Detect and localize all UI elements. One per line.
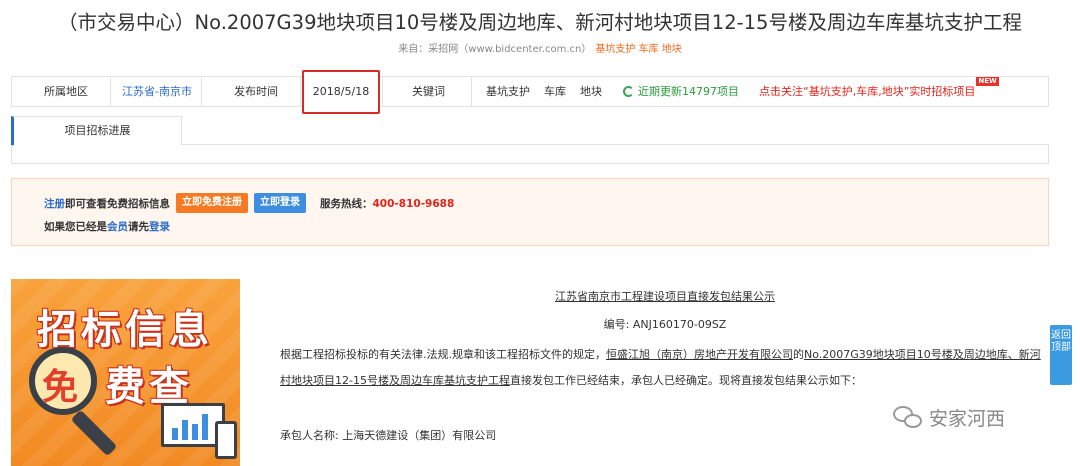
ad-lens-text: 免 — [42, 366, 79, 408]
page-title: （市交易中心）No.2007G39地块项目10号楼及周边地库、新河村地块项目12… — [58, 11, 1022, 34]
follow-text: 点击关注“基坑支护,车库,地块”实时招标项目 — [759, 85, 976, 98]
tab-panel — [11, 145, 1049, 164]
refresh-icon — [623, 86, 634, 97]
hotline-number: 400-810-9688 — [372, 197, 455, 210]
developer-name: 恒盛江旭（南京）房地产开发有限公司 — [606, 348, 793, 361]
date-label: 发布时间 — [234, 85, 278, 98]
announcement-paragraph: 根据工程招标投标的有关法律.法规.规章和该工程招标文件的规定，恒盛江旭（南京）房… — [280, 342, 1050, 394]
chart-bar — [182, 420, 188, 440]
region-link[interactable]: 江苏省-南京市 — [122, 77, 192, 106]
announcement-number: 编号: ANJ160170-09SZ — [603, 318, 727, 331]
info-bar: 所属地区 江苏省-南京市 发布时间 2018/5/18 关键词 基坑支护 车库 … — [11, 70, 1049, 114]
wechat-icon — [893, 405, 923, 430]
divider — [201, 77, 202, 106]
recent-updates-link[interactable]: 近期更新14797项目 — [623, 77, 739, 106]
publish-date: 2018/5/18 — [312, 85, 370, 98]
wechat-watermark: 安家河西 — [893, 404, 1005, 431]
notice-text: 如果您已经是 — [44, 221, 107, 233]
notice-text: 请先 — [128, 221, 149, 233]
publish-date-highlight: 2018/5/18 — [302, 70, 380, 114]
chart-bar — [192, 424, 198, 440]
keyword-link[interactable]: 基坑支护 — [486, 77, 530, 106]
follow-link[interactable]: 点击关注“基坑支护,车库,地块”实时招标项目NEW — [759, 77, 999, 106]
divider — [382, 77, 383, 106]
recent-updates-text: 近期更新14797项目 — [638, 85, 739, 98]
phone-icon — [215, 421, 237, 459]
member-link[interactable]: 会员 — [107, 221, 128, 233]
source-line: 来自：采招网（www.bidcenter.com.cn） 基坑支护 车库 地块 — [0, 40, 1080, 55]
source-site: 来自：采招网（www.bidcenter.com.cn） — [398, 44, 592, 55]
chart-bar — [172, 428, 178, 440]
login-button[interactable]: 立即登录 — [254, 193, 306, 213]
contractor-name: 承包人名称: 上海天德建设（集团）有限公司 — [280, 429, 497, 442]
register-link[interactable]: 注册 — [44, 196, 65, 211]
notice-row: 如果您已经是会员请先登录 — [44, 219, 170, 234]
keyword-label: 关键词 — [412, 85, 445, 98]
notice-text: 即可查看免费招标信息 — [65, 197, 170, 210]
watermark-text: 安家河西 — [929, 408, 1006, 430]
divider — [471, 77, 472, 106]
chart-bar — [202, 414, 208, 440]
tab-bar: 项目招标进展 — [11, 116, 1049, 146]
login-link[interactable]: 登录 — [149, 221, 170, 233]
tab-bid-progress[interactable]: 项目招标进展 — [11, 116, 182, 146]
notice-row: 注册 即可查看免费招标信息 立即免费注册 立即登录 服务热线：400-810-96… — [44, 193, 454, 213]
announcement-title: 江苏省南京市工程建设项目直接发包结果公示 — [555, 290, 775, 303]
keyword-link[interactable]: 地块 — [580, 77, 602, 106]
paragraph-text: 直接发包工作已经结束，承包人已经确定。现将直接发包结果公示如下： — [509, 374, 862, 387]
new-badge: NEW — [976, 77, 999, 86]
keyword-link[interactable]: 车库 — [544, 77, 566, 106]
paragraph-text: 根据工程招标投标的有关法律.法规.规章和该工程招标文件的规定， — [280, 348, 606, 361]
back-to-top-button[interactable]: 返回顶部 — [1050, 325, 1072, 385]
divider — [300, 77, 301, 106]
free-search-ad-banner[interactable]: 招标信息 免 费查 — [11, 279, 240, 466]
source-keywords[interactable]: 基坑支护 车库 地块 — [595, 44, 681, 55]
free-register-button[interactable]: 立即免费注册 — [176, 193, 248, 213]
hotline: 服务热线：400-810-9688 — [320, 196, 454, 211]
region-label: 所属地区 — [44, 85, 88, 98]
paragraph-text: 的 — [793, 348, 804, 361]
hotline-label: 服务热线： — [320, 197, 373, 210]
login-notice: 注册 即可查看免费招标信息 立即免费注册 立即登录 服务热线：400-810-96… — [11, 178, 1049, 246]
divider — [110, 77, 111, 106]
